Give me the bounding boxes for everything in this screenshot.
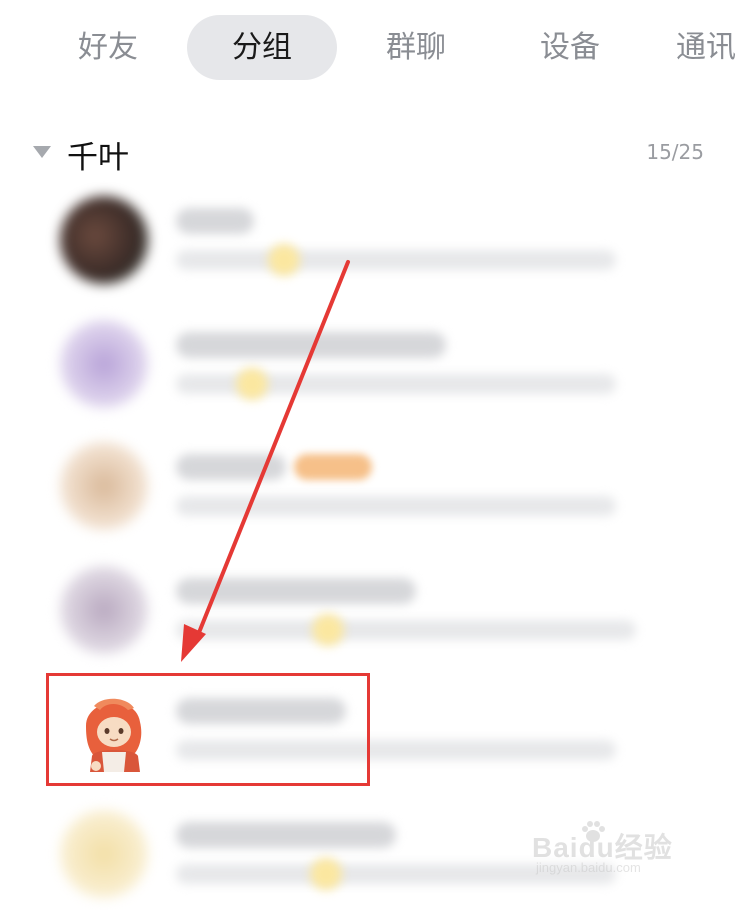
group-count: 15/25 <box>646 140 704 164</box>
avatar <box>60 320 148 408</box>
watermark-url: jingyan.baidu.com <box>536 860 641 875</box>
contact-name-blurred <box>176 332 446 358</box>
contact-name-blurred <box>176 578 416 604</box>
avatar <box>60 196 148 284</box>
list-item[interactable] <box>40 310 700 420</box>
contact-name-blurred <box>176 454 286 480</box>
contact-signature-blurred <box>176 496 616 516</box>
chevron-down-icon <box>33 146 51 158</box>
tab-groups[interactable]: 分组 <box>187 15 337 80</box>
tab-devices[interactable]: 设备 <box>522 15 618 80</box>
emoji-icon <box>310 858 342 890</box>
emoji-icon <box>268 244 300 276</box>
group-name: 千叶 <box>67 140 129 176</box>
watermark: Baidu经验 jingyan.baidu.com <box>526 820 696 880</box>
contact-name-blurred <box>176 822 396 848</box>
list-item[interactable] <box>40 432 700 542</box>
tab-friends[interactable]: 好友 <box>60 15 156 80</box>
contact-tag-badge <box>294 454 372 480</box>
group-header[interactable]: 千叶 15/25 <box>0 124 736 180</box>
contact-signature-blurred <box>176 250 616 270</box>
tab-group-chats[interactable]: 群聊 <box>368 15 464 80</box>
avatar <box>60 442 148 530</box>
emoji-icon <box>312 614 344 646</box>
contact-name-blurred <box>176 208 254 234</box>
contact-signature-blurred <box>176 620 636 640</box>
emoji-icon <box>236 368 268 400</box>
list-item[interactable] <box>40 556 700 666</box>
list-item[interactable] <box>40 186 700 296</box>
highlight-box <box>46 673 370 786</box>
avatar <box>60 810 148 898</box>
tab-bar: 好友 分组 群聊 设备 通讯 <box>0 0 736 98</box>
avatar <box>60 566 148 654</box>
tab-contacts[interactable]: 通讯 <box>676 15 736 80</box>
